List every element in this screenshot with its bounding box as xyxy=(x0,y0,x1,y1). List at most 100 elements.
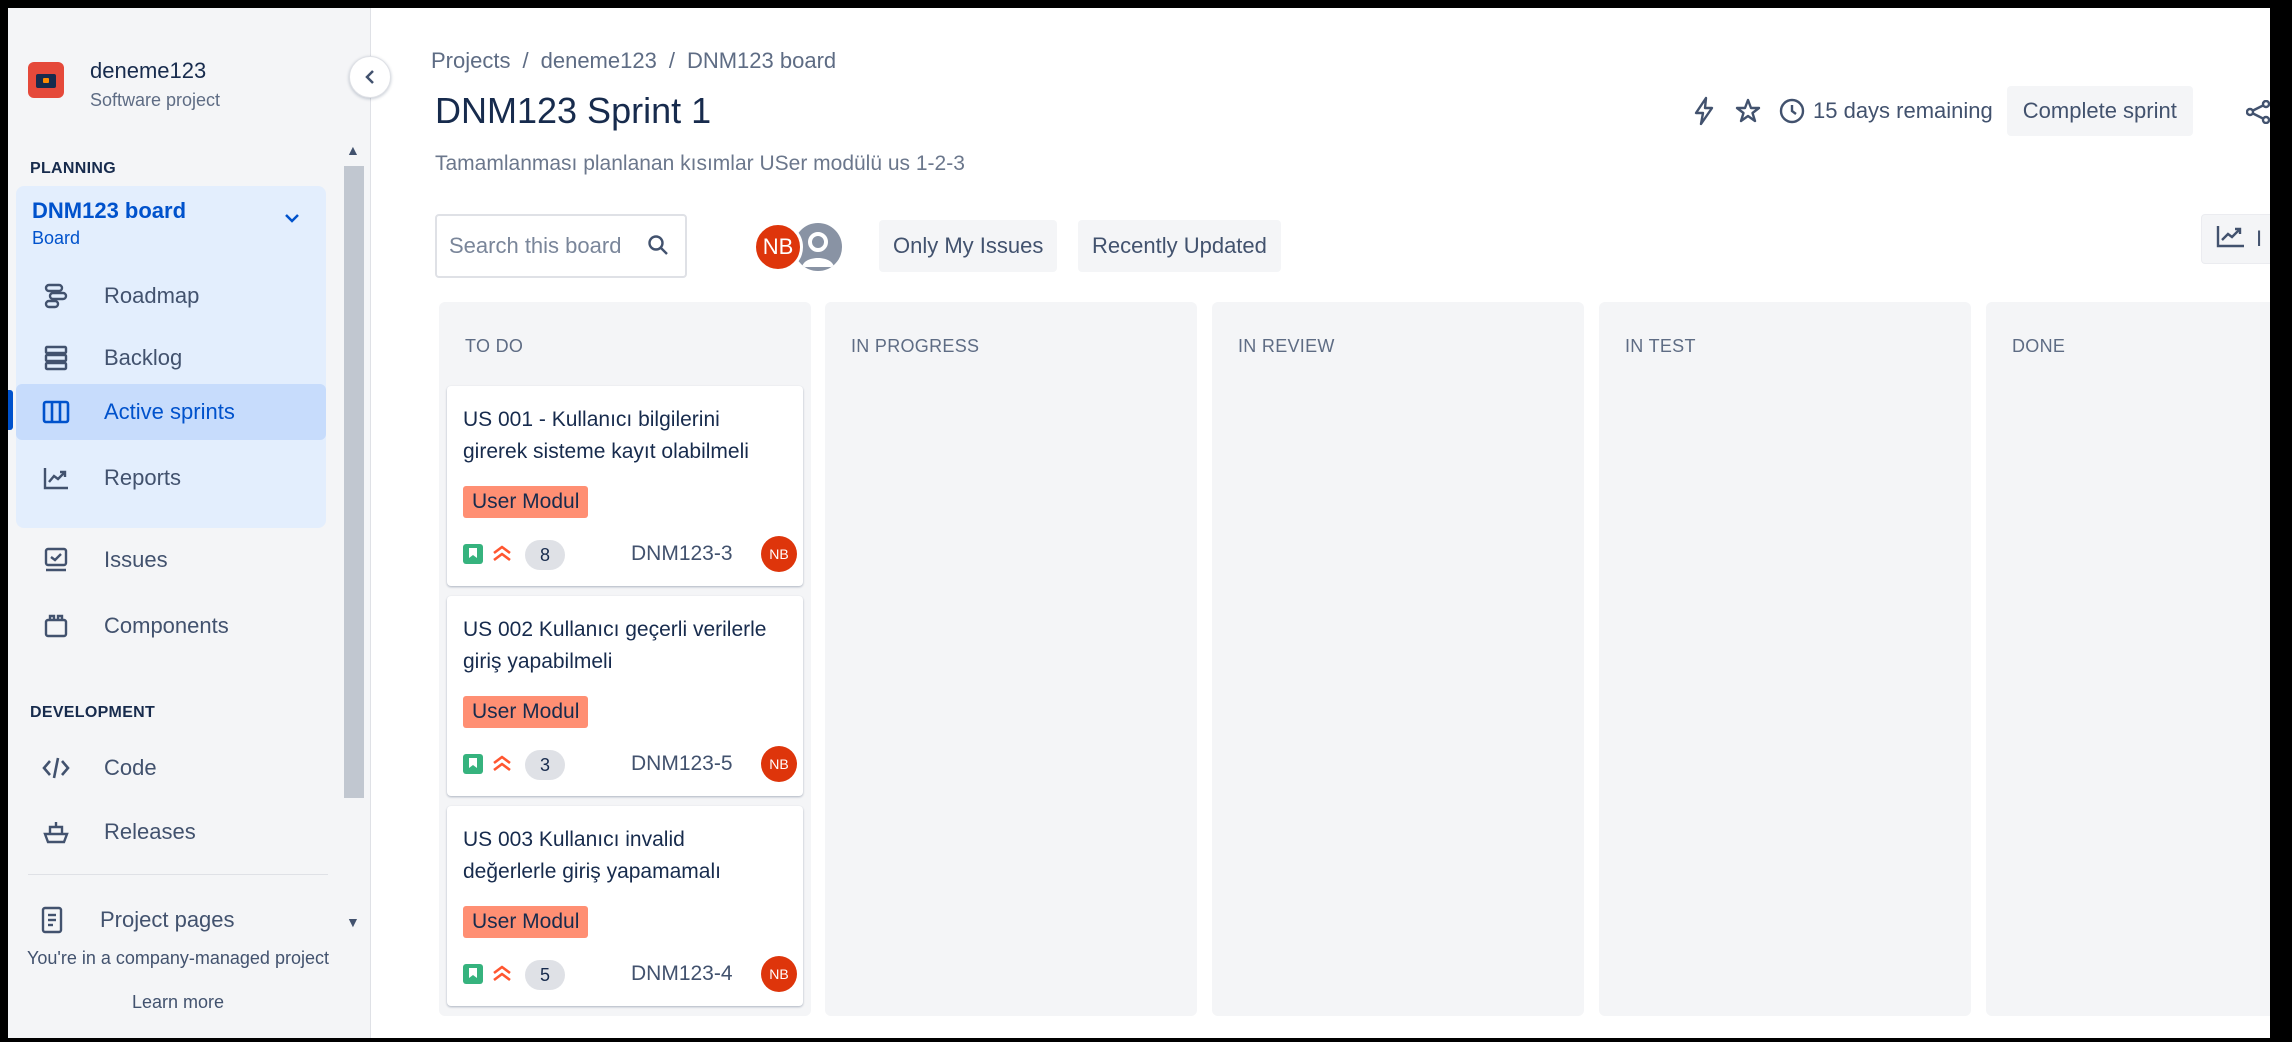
code-icon xyxy=(42,754,70,782)
column-in-progress: IN PROGRESS xyxy=(825,302,1197,1016)
board-search[interactable] xyxy=(435,214,687,278)
project-name: deneme123 xyxy=(90,58,207,83)
column-to-do: TO DO US 001 - Kullanıcı bilgilerini gir… xyxy=(439,302,811,1016)
assignee-avatar[interactable]: NB xyxy=(761,956,797,992)
sidebar-item-backlog[interactable]: Backlog xyxy=(16,330,326,386)
breadcrumb-projects[interactable]: Projects xyxy=(431,48,510,73)
story-points: 5 xyxy=(525,960,565,990)
story-points: 3 xyxy=(525,750,565,780)
assignee-filter-avatar[interactable]: NB xyxy=(753,222,803,272)
sidebar-item-label: Releases xyxy=(104,819,196,844)
issue-card[interactable]: US 001 - Kullanıcı bilgilerini girerek s… xyxy=(447,386,803,586)
sidebar-item-active-sprints[interactable]: Active sprints xyxy=(16,384,326,440)
sidebar-item-label: Issues xyxy=(104,547,168,572)
sidebar-item-roadmap[interactable]: Roadmap xyxy=(16,268,326,324)
issue-key[interactable]: DNM123-3 xyxy=(631,542,733,566)
assignee-avatar[interactable]: NB xyxy=(761,536,797,572)
learn-more-link[interactable]: Learn more xyxy=(8,992,348,1013)
issue-key[interactable]: DNM123-5 xyxy=(631,752,733,776)
sidebar-item-issues[interactable]: Issues xyxy=(16,532,326,588)
share-icon[interactable] xyxy=(2245,99,2270,129)
card-footer: 8 DNM123-3 NB xyxy=(463,536,797,572)
sprint-actions: 15 days remaining Complete sprint xyxy=(1689,86,2193,136)
scroll-up-arrow-icon[interactable]: ▲ xyxy=(346,142,360,158)
sidebar-scrollbar[interactable]: ▲ ▼ xyxy=(342,142,366,942)
card-footer: 3 DNM123-5 NB xyxy=(463,746,797,782)
automation-bolt-icon[interactable] xyxy=(1689,96,1719,126)
roadmap-icon xyxy=(42,282,70,310)
column-header: IN REVIEW xyxy=(1238,336,1335,356)
collapse-sidebar-button[interactable] xyxy=(349,56,391,98)
story-points: 8 xyxy=(525,540,565,570)
insights-button[interactable]: I xyxy=(2201,214,2270,264)
backlog-icon xyxy=(42,344,70,372)
page-title: DNM123 Sprint 1 xyxy=(435,90,712,131)
column-header: DONE xyxy=(2012,336,2066,356)
insights-chart-icon xyxy=(2216,224,2246,254)
planning-section-label: PLANNING xyxy=(30,160,116,177)
card-footer: 5 DNM123-4 NB xyxy=(463,956,797,992)
scroll-down-arrow-icon[interactable]: ▼ xyxy=(346,914,360,930)
sidebar-item-label: Backlog xyxy=(104,345,183,370)
column-header: IN PROGRESS xyxy=(851,336,980,356)
complete-sprint-button[interactable]: Complete sprint xyxy=(2006,86,2193,136)
sidebar-item-label: Roadmap xyxy=(104,283,200,308)
card-title: US 002 Kullanıcı geçerli verilerle giriş… xyxy=(463,618,767,673)
issue-card[interactable]: US 002 Kullanıcı geçerli verilerle giriş… xyxy=(447,596,803,796)
search-icon xyxy=(647,234,669,261)
sidebar-item-label: Components xyxy=(104,613,229,638)
company-managed-note: You're in a company-managed project xyxy=(27,948,329,968)
sidebar-item-releases[interactable]: Releases xyxy=(16,804,326,860)
star-icon[interactable] xyxy=(1733,96,1763,126)
recently-updated-button[interactable]: Recently Updated xyxy=(1078,220,1281,272)
board-switcher[interactable]: DNM123 board Board xyxy=(32,198,322,254)
column-header: TO DO xyxy=(465,336,524,356)
epic-label: User Modul xyxy=(463,486,589,518)
column-done: DONE xyxy=(1986,302,2270,1016)
clock-icon xyxy=(1777,96,1807,126)
project-avatar xyxy=(28,62,64,98)
sidebar-item-components[interactable]: Components xyxy=(16,598,326,654)
components-icon xyxy=(42,612,70,640)
board-subtitle: Board xyxy=(32,228,81,248)
column-header: IN TEST xyxy=(1625,336,1696,356)
search-input[interactable] xyxy=(447,216,641,276)
sidebar-item-project-pages[interactable]: Project pages xyxy=(16,892,326,948)
story-icon xyxy=(463,754,483,774)
project-type: Software project xyxy=(90,90,221,110)
assignee-avatar[interactable]: NB xyxy=(761,746,797,782)
board-title: DNM123 board xyxy=(32,198,187,223)
column-in-review: IN REVIEW xyxy=(1212,302,1584,1016)
sidebar-item-label: Active sprints xyxy=(104,399,235,424)
card-title: US 001 - Kullanıcı bilgilerini girerek s… xyxy=(463,408,749,463)
sidebar-item-reports[interactable]: Reports xyxy=(16,450,326,506)
only-my-issues-button[interactable]: Only My Issues xyxy=(879,220,1058,272)
breadcrumb-board[interactable]: DNM123 board xyxy=(687,48,836,73)
sidebar-item-label: Project pages xyxy=(100,907,235,932)
priority-high-icon xyxy=(491,962,513,989)
priority-high-icon xyxy=(491,752,513,779)
breadcrumb-project[interactable]: deneme123 xyxy=(541,48,657,73)
column-in-test: IN TEST xyxy=(1599,302,1971,1016)
issue-card[interactable]: US 003 Kullanıcı invalid değerlerle giri… xyxy=(447,806,803,1006)
issue-key[interactable]: DNM123-4 xyxy=(631,962,733,986)
reports-icon xyxy=(42,464,70,492)
issues-icon xyxy=(42,546,70,574)
active-indicator xyxy=(8,390,13,430)
sidebar-divider xyxy=(28,874,328,875)
sidebar-item-code[interactable]: Code xyxy=(16,740,326,796)
sprint-goal: Tamamlanması planlanan kısımlar USer mod… xyxy=(435,152,965,175)
scrollbar-thumb[interactable] xyxy=(344,166,364,798)
development-section-label: DEVELOPMENT xyxy=(30,704,156,721)
sidebar: deneme123 Software project PLANNING DNM1… xyxy=(8,8,371,1038)
active-sprints-icon xyxy=(42,398,70,426)
sidebar-item-label: Code xyxy=(104,755,157,780)
story-icon xyxy=(463,544,483,564)
breadcrumb: Projects / deneme123/DNM123 board xyxy=(431,48,837,73)
epic-label: User Modul xyxy=(463,696,589,728)
story-icon xyxy=(463,964,483,984)
insights-label: I xyxy=(2256,226,2263,251)
releases-icon xyxy=(42,818,70,846)
project-pages-icon xyxy=(38,906,66,934)
project-header[interactable]: deneme123 Software project xyxy=(28,54,348,114)
